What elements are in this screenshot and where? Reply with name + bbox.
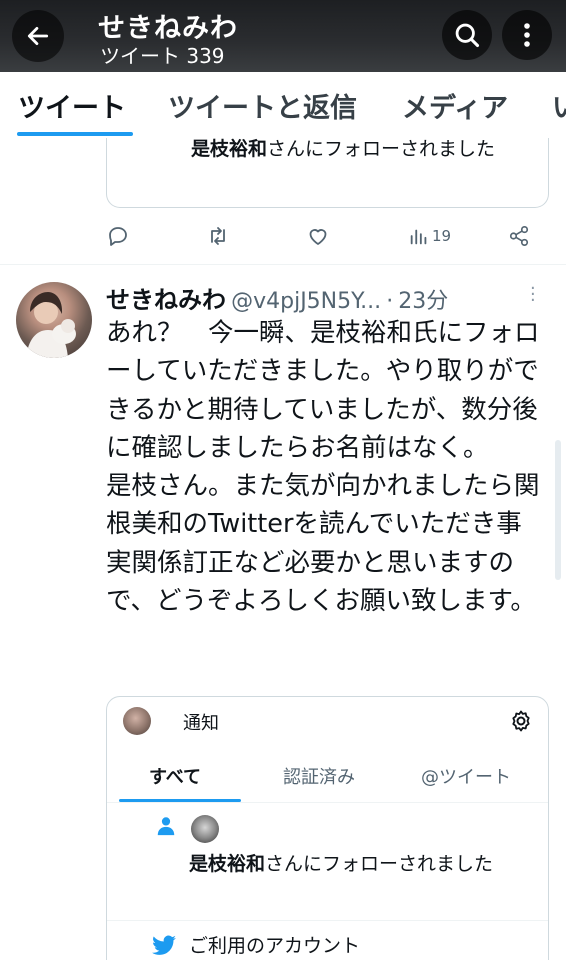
tab-tweets-and-replies[interactable]: ツイートと返信 [168, 86, 357, 125]
like-icon [309, 229, 327, 245]
retweet-icon [211, 227, 225, 245]
tweet-header: せきねみわ @v4pjJ5N5Y... · 23分 [106, 280, 448, 314]
author-handle[interactable]: @v4pjJ5N5Y... [231, 289, 381, 314]
search-button[interactable] [442, 10, 492, 60]
tweet-text: あれ？ 今一瞬、是枝裕和氏にフォローしていただきました。やり取りができるかと期待… [106, 318, 540, 617]
tweet-image[interactable]: 通知 すべて 認証済み @ツイート 是枝裕和さんにフォローされました ご利用のア… [106, 696, 549, 960]
like-button[interactable] [306, 218, 330, 254]
share-icon [509, 226, 529, 246]
embed-tab-mentions: @ツイート [421, 767, 511, 788]
author-name[interactable]: せきねみわ [106, 286, 226, 314]
tab-tweets[interactable]: ツイート [18, 86, 126, 125]
tweet-divider [0, 264, 566, 265]
tweet-count: ツイート 339 [100, 44, 225, 68]
person-icon [155, 815, 177, 841]
tab-indicator [17, 132, 133, 136]
embed-tab-verified: 認証済み [283, 767, 355, 788]
avatar[interactable] [16, 282, 92, 358]
more-vertical-icon [524, 23, 530, 47]
avatar-photo [26, 292, 76, 358]
back-button[interactable] [12, 10, 64, 62]
follower-avatar [191, 815, 219, 843]
tab-likes[interactable]: い [552, 86, 566, 125]
views-button[interactable]: 19 [408, 218, 451, 254]
profile-tabs: ツイート ツイートと返信 メディア い [0, 72, 566, 138]
quote-text: 是枝裕和さんにフォローされました [191, 138, 496, 160]
retweet-button[interactable] [206, 218, 230, 254]
views-icon [410, 229, 427, 245]
views-count: 19 [432, 227, 452, 245]
twitter-bird-icon [151, 935, 177, 960]
tweet-actions: 19 [0, 218, 566, 254]
search-icon [455, 23, 480, 48]
back-arrow-icon [27, 27, 49, 45]
tweet-time[interactable]: 23分 [398, 289, 448, 314]
more-options-button[interactable] [502, 10, 552, 60]
embed-title: 通知 [183, 713, 219, 734]
reply-icon [109, 227, 127, 246]
separator-dot: · [386, 289, 394, 314]
scrollbar[interactable] [555, 440, 561, 580]
top-bar: せきねみわ ツイート 339 [0, 0, 566, 72]
embed-tab-all: すべて [149, 767, 202, 788]
notification-divider [107, 920, 548, 921]
more-horizontal-icon[interactable]: · · · [530, 280, 536, 310]
embed-tabs-divider [107, 802, 548, 803]
reply-button[interactable] [106, 218, 130, 254]
embed-avatar [123, 707, 151, 735]
tab-media[interactable]: メディア [402, 86, 508, 125]
notification-text: 是枝裕和さんにフォローされました [189, 853, 494, 875]
gear-icon [509, 709, 533, 737]
share-button[interactable] [508, 218, 530, 254]
notification-account-text: ご利用のアカウント [189, 935, 361, 957]
